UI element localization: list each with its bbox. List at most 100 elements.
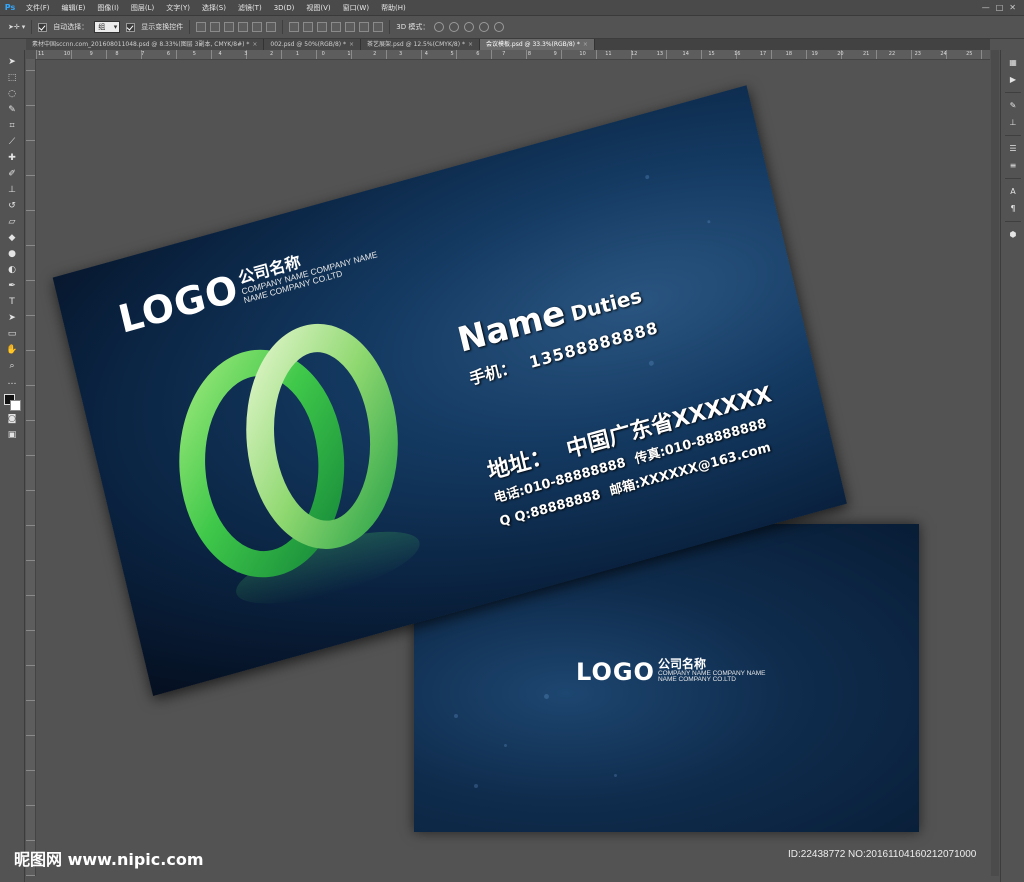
drag-3d-icon[interactable] [464, 22, 475, 32]
align-top-icon[interactable] [196, 22, 207, 32]
close-icon[interactable]: × [252, 41, 257, 48]
mode-3d-label: 3D 模式： [396, 23, 430, 31]
quick-mask-icon[interactable]: ◙ [5, 413, 19, 426]
menu-3d[interactable]: 3D(D) [268, 4, 301, 12]
history-panel-icon[interactable]: ▦ [1006, 56, 1020, 69]
move-tool-icon[interactable]: ➤ [5, 56, 19, 69]
marquee-tool-icon[interactable]: ⬚ [5, 72, 19, 85]
align-right-icon[interactable] [266, 22, 277, 32]
menu-type[interactable]: 文字(Y) [160, 3, 196, 13]
align-bottom-icon[interactable] [224, 22, 235, 32]
history-brush-tool-icon[interactable]: ↺ [5, 200, 19, 213]
menu-help[interactable]: 帮助(H) [375, 3, 412, 13]
document-tab-active[interactable]: 会议模板.psd @ 33.3%(RGB/8) * × [480, 39, 595, 50]
rotate-3d-icon[interactable] [434, 22, 445, 32]
distribute-hcenter-icon[interactable] [345, 22, 356, 32]
screen-mode-icon[interactable]: ▣ [5, 429, 19, 442]
3d-panel-icon[interactable]: ⬢ [1006, 228, 1020, 241]
document-tab[interactable]: 茶艺展架.psd @ 12.5%(CMYK/8) * × [361, 39, 480, 50]
align-hcenter-icon[interactable] [252, 22, 263, 32]
dodge-tool-icon[interactable]: ◐ [5, 264, 19, 277]
close-icon[interactable]: × [583, 41, 588, 48]
tab-label: 002.psd @ 50%(RGB/8) * [270, 41, 347, 48]
distribute-left-icon[interactable] [331, 22, 342, 32]
crop-tool-icon[interactable]: ⌗ [5, 120, 19, 133]
tab-label: 茶艺展架.psd @ 12.5%(CMYK/8) * [367, 41, 465, 48]
lasso-tool-icon[interactable]: ◌ [5, 88, 19, 101]
menu-select[interactable]: 选择(S) [196, 3, 232, 13]
paint-bucket-tool-icon[interactable]: ◆ [5, 232, 19, 245]
auto-align-icon[interactable] [373, 22, 384, 32]
zoom-tool-icon[interactable]: ⌕ [5, 360, 19, 373]
menu-image[interactable]: 图像(I) [91, 3, 125, 13]
close-button[interactable]: ✕ [1009, 3, 1016, 12]
roll-3d-icon[interactable] [449, 22, 460, 32]
tab-label: 会议模板.psd @ 33.3%(RGB/8) * [486, 41, 580, 48]
bokeh-dot [644, 174, 650, 180]
ruler-numbers: 11 10 9 8 7 6 5 4 3 2 1 0 1 2 3 4 5 6 7 8 9 10 11 12 13 14 15 16 17 1… [36, 50, 990, 59]
ruler-number: 3 [244, 51, 248, 57]
menu-view[interactable]: 视图(V) [300, 3, 336, 13]
document-tab[interactable]: 素材中国sccnn.com_20160801104​8.psd @ 8.33%(… [26, 39, 265, 50]
ruler-number: 11 [605, 51, 612, 57]
close-icon[interactable]: × [468, 41, 473, 48]
ruler-number: 18 [785, 51, 793, 57]
vertical-ruler[interactable] [26, 59, 36, 876]
color-swatches[interactable] [4, 394, 21, 411]
character-panel-icon[interactable]: A [1006, 185, 1020, 198]
chevron-down-icon: ▾ [21, 23, 26, 31]
menu-edit[interactable]: 编辑(E) [56, 3, 92, 13]
background-color-swatch[interactable] [10, 400, 21, 411]
paragraph-panel-icon[interactable]: ¶ [1006, 202, 1020, 215]
auto-select-dropdown[interactable]: 组 [94, 21, 121, 33]
image-id-watermark: ID:22438772 NO:20161104160212071000 [788, 849, 977, 860]
clone-source-panel-icon[interactable]: ⊥ [1006, 116, 1020, 129]
properties-panel-icon[interactable]: ≡ [1006, 159, 1020, 172]
ruler-number: 1 [295, 51, 299, 57]
ruler-number: 7 [502, 51, 506, 57]
show-transform-checkbox[interactable] [126, 22, 136, 32]
document-tab[interactable]: 002.psd @ 50%(RGB/8) * × [264, 39, 362, 50]
rectangle-tool-icon[interactable]: ▭ [5, 328, 19, 341]
bokeh-dot [454, 714, 458, 718]
close-icon[interactable]: × [349, 41, 354, 48]
menu-file[interactable]: 文件(F) [20, 3, 56, 13]
menu-layer[interactable]: 图层(L) [125, 3, 160, 13]
path-select-tool-icon[interactable]: ➤ [5, 312, 19, 325]
move-tool-preset[interactable]: ➤✛ ▾ [8, 23, 25, 31]
actions-panel-icon[interactable]: ▶ [1006, 73, 1020, 86]
blur-tool-icon[interactable]: ● [5, 248, 19, 261]
distribute-right-icon[interactable] [359, 22, 370, 32]
ruler-number: 7 [141, 51, 145, 57]
menu-bar: Ps 文件(F) 编辑(E) 图像(I) 图层(L) 文字(Y) 选择(S) 滤… [0, 0, 1024, 16]
distribute-top-icon[interactable] [289, 22, 300, 32]
canvas-scrollbar[interactable] [991, 50, 999, 876]
slide-3d-icon[interactable] [479, 22, 490, 32]
menu-window[interactable]: 窗口(W) [337, 3, 375, 13]
quick-select-tool-icon[interactable]: ✎ [5, 104, 19, 117]
menu-filter[interactable]: 滤镜(T) [232, 3, 268, 13]
panel-dock: ▦ ▶ ✎ ⊥ ☰ ≡ A ¶ ⬢ [1000, 50, 1024, 882]
auto-select-checkbox[interactable] [38, 22, 48, 32]
brush-panel-icon[interactable]: ✎ [1006, 99, 1020, 112]
hand-tool-icon[interactable]: ✋ [5, 344, 19, 357]
ruler-number: 12 [630, 51, 638, 57]
pen-tool-icon[interactable]: ✒ [5, 280, 19, 293]
ruler-number: 5 [450, 51, 454, 57]
clone-stamp-tool-icon[interactable]: ⊥ [5, 184, 19, 197]
type-tool-icon[interactable]: T [5, 296, 19, 309]
align-left-icon[interactable] [238, 22, 249, 32]
healing-brush-tool-icon[interactable]: ✚ [5, 152, 19, 165]
mode-3d-group: 3D 模式： [396, 22, 505, 32]
align-vcenter-icon[interactable] [210, 22, 221, 32]
distribute-vcenter-icon[interactable] [303, 22, 314, 32]
distribute-bottom-icon[interactable] [317, 22, 328, 32]
adjustments-panel-icon[interactable]: ☰ [1006, 142, 1020, 155]
more-tools-icon[interactable]: … [5, 376, 19, 389]
eyedropper-tool-icon[interactable]: ⟋ [5, 136, 19, 149]
minimize-button[interactable]: — [982, 3, 990, 12]
brush-tool-icon[interactable]: ✐ [5, 168, 19, 181]
scale-3d-icon[interactable] [494, 22, 505, 32]
eraser-tool-icon[interactable]: ▱ [5, 216, 19, 229]
maximize-button[interactable]: □ [996, 3, 1004, 12]
